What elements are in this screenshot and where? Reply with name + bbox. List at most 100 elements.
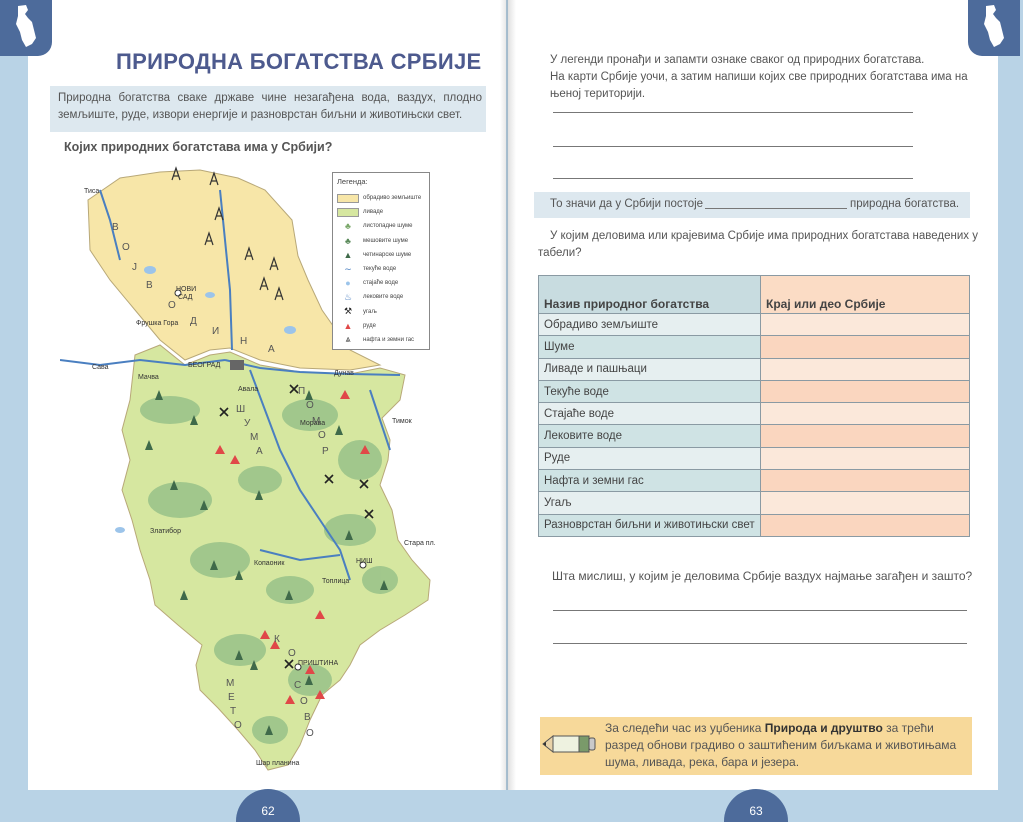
table-row: Текуће воде [538,379,970,404]
fill-suffix: природна богатства. [850,198,960,210]
region-letter: В [146,280,153,291]
legend-row: ♣ листопадне шуме [337,219,425,233]
river-label-timok: Тимок [392,418,412,425]
conifer-tree-icon: ▲ [343,249,353,260]
region-answer-cell[interactable] [760,357,970,381]
legend-label: нафта и земни гас [363,336,415,343]
corner-tab-left [0,0,52,56]
table-row: Лековите воде [538,424,970,448]
note-text-bold: Природа и друштво [764,721,883,735]
legend-row: ливаде [337,205,425,219]
region-letter: М [226,678,235,689]
spring-icon: ♨ [343,291,353,302]
note-text-part1: За следећи час из уџбеника [605,721,765,735]
region-letter: Т [230,706,237,717]
place-label-fruska-gora: Фрушка Гора [136,320,179,327]
legend-label: текуће воде [363,266,397,273]
region-answer-cell[interactable] [760,335,970,359]
serbia-silhouette-icon [16,5,36,47]
city-label-nis: НИШ [356,558,373,565]
region-letter: О [306,728,314,739]
region-letter: А [268,344,275,355]
mountain-label-zlatibor: Златибор [150,528,181,535]
fill-prefix: То значи да у Србији постоје [550,198,704,210]
city-label-beograd: БЕОГРАД [188,362,221,369]
legend-title: Легенда: [337,177,368,186]
page-title: ПРИРОДНА БОГАТСТВА СРБИЈЕ [116,49,482,74]
intro-text: Природна богатства сваке државе чине нез… [50,86,486,132]
fill-blank[interactable] [705,208,847,209]
legend-row: ▲ руде [337,319,425,333]
region-letter: А [256,446,263,457]
river-icon: ∼ [344,263,352,274]
legend-label: ливаде [363,209,384,216]
map-question: Којих природних богатстава има у Србији? [64,140,333,154]
table-row: Угаљ [538,491,970,515]
homework-note: За следећи час из уџбеника Природа и дру… [605,720,967,771]
table-question-line-1: У којим деловима или крајевима Србије им… [550,230,978,242]
legend-label: обрадиво земљиште [363,195,422,202]
region-letter: О [318,430,326,441]
resource-cell: Обрадиво земљиште [538,312,761,337]
region-answer-cell[interactable] [760,446,970,471]
region-letter: В [304,712,311,723]
corner-tab-right [968,0,1020,56]
legend-row: ♨ лековите воде [337,290,425,304]
resource-cell: Ливаде и пашњаци [538,357,761,381]
table-row: Стајаће воде [538,402,970,426]
book-gutter [500,0,516,822]
region-answer-cell[interactable] [760,469,970,493]
lake-icon: ● [345,278,351,289]
region-letter: Р [322,446,329,457]
pickaxe-icon: ⚒ [343,306,353,317]
region-answer-cell[interactable] [760,424,970,448]
river-label-sava: Сава [92,364,109,371]
city-label-pristina: ПРИШТИНА [298,660,339,667]
legend-row: ⚒ угаљ [337,305,425,319]
region-letter: Е [228,692,235,703]
region-answer-cell[interactable] [760,379,970,404]
answer-line-4[interactable] [553,610,967,611]
legend-label: лековите воде [363,294,404,301]
legend-label: угаљ [363,308,377,315]
table-header-resource: Назив природног богатства [538,275,761,314]
region-letter: Ј [132,262,137,273]
region-letter: С [294,680,302,691]
table-header-row: Назив природног богатства Крај или део С… [538,275,970,314]
bottom-band [0,790,1023,822]
resource-cell: Лековите воде [538,424,761,448]
region-answer-cell[interactable] [760,312,970,337]
region-answer-cell[interactable] [760,513,970,537]
table-question-line-2: табели? [538,247,582,259]
legend-row: ∼ текуће воде [337,262,425,276]
region-letter: У [244,418,251,429]
instruction-line-2: На карти Србије уочи, а затим напиши кој… [550,71,968,83]
serbia-silhouette-icon [984,5,1004,47]
pencil-icon [542,734,596,754]
region-answer-cell[interactable] [760,491,970,515]
mixed-forest-icon: ♣ [345,235,351,246]
region-letter: К [274,634,280,645]
region-letter: О [306,400,314,411]
legend-label: мешовите шуме [363,237,409,244]
resource-cell: Разноврстан биљни и животињски свет [538,513,761,537]
answer-line-1[interactable] [553,112,913,113]
legend-row: ⩓ нафта и земни гас [337,333,425,347]
oil-derrick-icon: ⩓ [345,334,351,345]
resource-cell: Нафта и земни гас [538,469,761,493]
mountain-label-kopaonik: Копаоник [254,560,285,567]
region-answer-cell[interactable] [760,402,970,426]
resources-table: Назив природног богатства Крај или део С… [538,275,970,537]
region-letter: О [122,242,130,253]
region-letter: О [300,696,308,707]
region-letter: В [112,222,119,233]
answer-line-3[interactable] [553,178,913,179]
table-row: Обрадиво земљиште [538,312,970,337]
instruction-line-3: њеној територији. [550,88,646,100]
answer-line-2[interactable] [553,146,913,147]
resource-cell: Стајаће воде [538,402,761,426]
table-row: Разноврстан биљни и животињски свет [538,513,970,537]
legend-label: четинарске шуме [363,251,412,258]
legend-row: ♣ мешовите шуме [337,234,425,248]
answer-line-5[interactable] [553,643,967,644]
